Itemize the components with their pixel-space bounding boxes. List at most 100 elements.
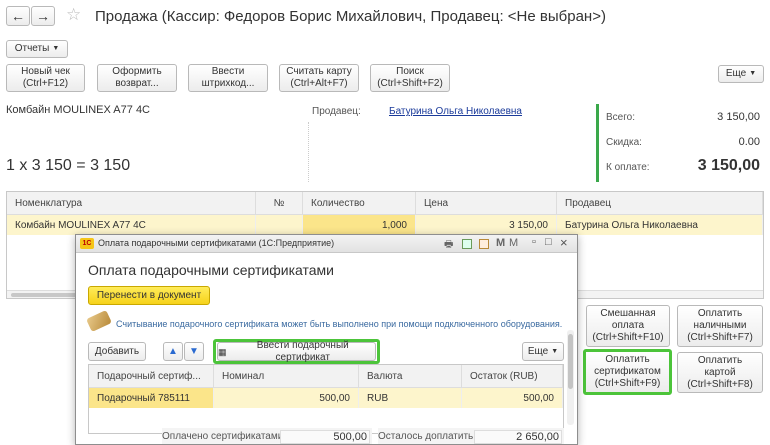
col-currency[interactable]: Валюта bbox=[358, 365, 462, 388]
product-name: Комбайн MOULINEX A77 4C bbox=[6, 104, 150, 116]
pay-certificate-line2: сертификатом bbox=[594, 366, 661, 377]
separator bbox=[308, 122, 309, 182]
cell-number bbox=[255, 214, 303, 235]
new-receipt-button[interactable]: Новый чек (Ctrl+F12) bbox=[6, 64, 85, 92]
mixed-payment-line1: Смешанная bbox=[600, 308, 656, 319]
pay-card-line1: Оплатить bbox=[697, 354, 743, 366]
close-icon[interactable]: × bbox=[560, 235, 568, 250]
window-title: Продажа (Кассир: Федоров Борис Михайлови… bbox=[95, 8, 606, 25]
new-receipt-shortcut: (Ctrl+F12) bbox=[22, 78, 69, 89]
chevron-down-icon: ▼ bbox=[52, 45, 60, 52]
remain-value: 2 650,00 bbox=[474, 430, 562, 444]
col-remaining[interactable]: Остаток (RUB) bbox=[461, 365, 563, 388]
chevron-down-icon: ▼ bbox=[551, 347, 559, 355]
topay-value: 3 150,00 bbox=[697, 157, 760, 174]
col-number[interactable]: № bbox=[255, 192, 303, 215]
chevron-down-icon: ▼ bbox=[749, 70, 757, 77]
remain-row: Осталось доплатить: 2 650,00 bbox=[378, 428, 564, 444]
table-row[interactable]: Комбайн MOULINEX A77 4C 1,000 3 150,00 Б… bbox=[7, 214, 763, 235]
col-seller[interactable]: Продавец bbox=[556, 192, 763, 215]
grid-icon[interactable] bbox=[462, 239, 472, 249]
favorite-star-icon[interactable]: ☆ bbox=[66, 5, 81, 25]
reports-label: Отчеты bbox=[14, 43, 50, 54]
dialog-heading: Оплата подарочными сертификатами bbox=[88, 262, 334, 278]
app-logo-icon: 1С bbox=[80, 238, 94, 249]
pay-cash-button[interactable]: Оплатить наличными (Ctrl+Shift+F7) bbox=[677, 305, 763, 347]
total-value: 3 150,00 bbox=[717, 111, 760, 123]
reports-button[interactable]: Отчеты ▼ bbox=[6, 40, 68, 58]
seller-label: Продавец: bbox=[312, 106, 361, 117]
pay-cash-line1: Оплатить bbox=[697, 308, 743, 319]
cell-seller: Батурина Ольга Николаевна bbox=[556, 214, 763, 235]
return-label: Оформить bbox=[112, 66, 162, 77]
certificates-grid[interactable]: Подарочный сертиф... Номинал Валюта Оста… bbox=[88, 364, 564, 434]
transfer-to-document-button[interactable]: Перенести в документ bbox=[88, 286, 210, 305]
memory-plus-icon[interactable]: M bbox=[496, 237, 505, 249]
transfer-label: Перенести в документ bbox=[96, 290, 202, 301]
forward-button[interactable]: → bbox=[31, 6, 55, 26]
read-card-label: Считать карту bbox=[286, 66, 352, 77]
read-card-button[interactable]: Считать карту (Ctrl+Alt+F7) bbox=[279, 64, 359, 92]
search-label: Поиск bbox=[396, 66, 424, 77]
arrow-right-icon: → bbox=[36, 8, 50, 24]
certificates-grid-header: Подарочный сертиф... Номинал Валюта Оста… bbox=[89, 365, 563, 388]
total-label: Всего: bbox=[606, 112, 635, 123]
back-button[interactable]: ← bbox=[6, 6, 30, 26]
add-label: Добавить bbox=[94, 345, 140, 357]
enter-barcode-button[interactable]: Ввести штрихкод... bbox=[188, 64, 268, 92]
col-certificate[interactable]: Подарочный сертиф... bbox=[89, 365, 214, 388]
pay-certificate-line1: Оплатить bbox=[605, 354, 650, 365]
maximize-icon[interactable]: □ bbox=[545, 236, 552, 248]
cell-nominal: 500,00 bbox=[213, 387, 359, 408]
dialog-titlebar: 1С Оплата подарочными сертификатами (1С:… bbox=[76, 235, 577, 254]
dialog-scrollbar[interactable] bbox=[567, 330, 574, 425]
paid-row: Оплачено сертификатами: 500,00 bbox=[162, 428, 372, 444]
arrow-left-icon: ← bbox=[11, 8, 25, 24]
pay-card-line2: картой bbox=[704, 366, 736, 378]
new-receipt-label: Новый чек bbox=[21, 66, 70, 77]
mixed-payment-button[interactable]: Смешанная оплата (Ctrl+Shift+F10) bbox=[586, 305, 670, 347]
info-text: Считывание подарочного сертификата может… bbox=[116, 319, 563, 329]
cell-currency: RUB bbox=[358, 387, 462, 408]
gift-certificate-icon bbox=[86, 310, 112, 332]
grid-header: Номенклатура № Количество Цена Продавец bbox=[7, 192, 763, 215]
barcode-scan-icon: ▦ bbox=[218, 346, 227, 357]
memory-minus-icon[interactable]: M bbox=[509, 237, 518, 249]
return-button[interactable]: Оформить возврат... bbox=[97, 64, 177, 92]
col-price[interactable]: Цена bbox=[415, 192, 557, 215]
mixed-payment-shortcut: (Ctrl+Shift+F10) bbox=[592, 332, 664, 343]
product-formula: 1 x 3 150 = 3 150 bbox=[6, 157, 131, 174]
dialog-window-title: Оплата подарочными сертификатами (1С:Пре… bbox=[98, 238, 335, 248]
barcode-label-2: штрихкод... bbox=[201, 78, 255, 89]
minimize-icon[interactable]: ▫ bbox=[532, 236, 536, 248]
pay-card-button[interactable]: Оплатить картой (Ctrl+Shift+F8) bbox=[677, 352, 763, 393]
dialog-scrollbar-thumb[interactable] bbox=[568, 334, 573, 389]
dialog-more-button[interactable]: Еще ▼ bbox=[522, 342, 564, 361]
cell-certificate: Подарочный 785111 bbox=[89, 387, 214, 408]
more-label: Еще bbox=[725, 68, 747, 79]
read-card-shortcut: (Ctrl+Alt+F7) bbox=[290, 78, 348, 89]
col-nominal[interactable]: Номинал bbox=[213, 365, 359, 388]
gift-certificate-dialog: 1С Оплата подарочными сертификатами (1С:… bbox=[75, 234, 578, 445]
return-label-2: возврат... bbox=[115, 78, 159, 89]
move-up-button[interactable]: ▲ bbox=[163, 342, 183, 361]
paid-value: 500,00 bbox=[280, 430, 370, 444]
more-button[interactable]: Еще ▼ bbox=[718, 65, 764, 83]
calendar-icon[interactable] bbox=[479, 239, 489, 249]
print-icon[interactable]: 🖶 bbox=[444, 237, 453, 254]
pay-certificate-button[interactable]: Оплатить сертификатом (Ctrl+Shift+F9) bbox=[583, 349, 672, 395]
col-quantity[interactable]: Количество bbox=[302, 192, 416, 215]
col-nomenclature[interactable]: Номенклатура bbox=[7, 192, 256, 215]
table-row[interactable]: Подарочный 785111 500,00 RUB 500,00 bbox=[89, 387, 563, 408]
search-button[interactable]: Поиск (Ctrl+Shift+F2) bbox=[370, 64, 450, 92]
search-shortcut: (Ctrl+Shift+F2) bbox=[377, 78, 443, 89]
cell-remaining: 500,00 bbox=[461, 387, 563, 408]
move-down-button[interactable]: ▼ bbox=[184, 342, 204, 361]
enter-certificate-button[interactable]: ▦ Ввести подарочный сертификат bbox=[217, 340, 376, 363]
cell-quantity: 1,000 bbox=[302, 214, 416, 235]
remain-label: Осталось доплатить: bbox=[378, 431, 477, 442]
pay-card-shortcut: (Ctrl+Shift+F8) bbox=[687, 378, 753, 390]
seller-link[interactable]: Батурина Ольга Николаевна bbox=[389, 106, 522, 117]
add-button[interactable]: Добавить bbox=[88, 342, 146, 361]
dialog-more-label: Еще bbox=[527, 345, 549, 357]
